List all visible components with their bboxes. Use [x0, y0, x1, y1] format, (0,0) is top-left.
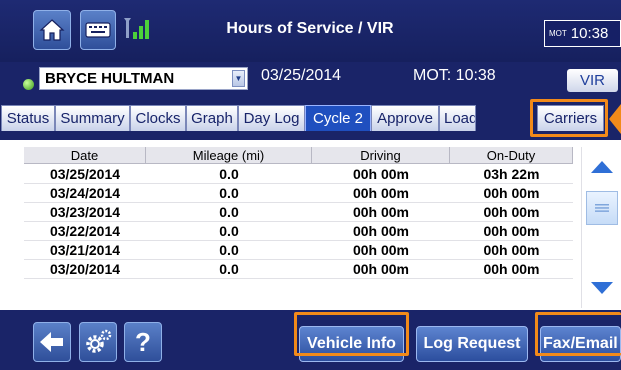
home-icon: [39, 19, 65, 41]
signal-icon: [124, 18, 149, 39]
cell-mileage: 0.0: [219, 242, 239, 258]
vir-button[interactable]: VIR: [567, 69, 618, 92]
chevron-up-icon: [591, 161, 613, 173]
carriers-highlight: [530, 99, 608, 137]
tab-load[interactable]: Load: [439, 105, 476, 131]
driver-select[interactable]: BRYCE HULTMAN ▼: [39, 67, 248, 90]
table-scrollbar[interactable]: [581, 147, 621, 308]
cell-driving: 00h 00m: [352, 204, 410, 220]
help-button[interactable]: ?: [124, 322, 162, 362]
cell-on-duty: 00h 00m: [483, 261, 540, 277]
back-arrow-icon: [40, 332, 63, 352]
page-title: Hours of Service / VIR: [226, 20, 394, 37]
current-date: 03/25/2014: [261, 67, 342, 84]
cell-date: 03/20/2014: [49, 261, 121, 277]
column-header-on-duty[interactable]: On-Duty: [450, 147, 573, 164]
table-row[interactable]: 03/22/2014 0.0 00h 00m 00h 00m: [24, 222, 573, 241]
grip-icon: [595, 204, 609, 212]
hos-screen: Hours of Service / VIR MOT 10:38 BRYCE H…: [0, 0, 621, 370]
column-header-date[interactable]: Date: [24, 147, 146, 164]
table-row[interactable]: 03/20/2014 0.0 00h 00m 00h 00m: [24, 260, 573, 279]
clock-time: 10:38: [570, 25, 609, 42]
cell-on-duty: 00h 00m: [483, 242, 540, 258]
cycle-table: Date Mileage (mi) Driving On-Duty 03/25/…: [24, 147, 573, 308]
cell-driving: 00h 00m: [352, 261, 410, 277]
table-row[interactable]: 03/23/2014 0.0 00h 00m 00h 00m: [24, 203, 573, 222]
cell-on-duty: 00h 00m: [483, 223, 540, 239]
settings-button[interactable]: [79, 322, 117, 362]
tab-bar: Status Summary Clocks Graph Day Log Cycl…: [0, 94, 621, 140]
tab-graph[interactable]: Graph: [186, 105, 238, 131]
back-button[interactable]: [33, 322, 71, 362]
mot-time: MOT: 10:38: [413, 67, 496, 84]
tab-day-log[interactable]: Day Log: [238, 105, 305, 131]
fax-email-highlight: [535, 312, 621, 356]
gear-icon: [86, 329, 112, 353]
tab-clocks[interactable]: Clocks: [130, 105, 186, 131]
cell-date: 03/23/2014: [49, 204, 121, 220]
column-header-mileage[interactable]: Mileage (mi): [146, 147, 312, 164]
help-icon: ?: [135, 326, 151, 357]
keyboard-button[interactable]: [80, 10, 116, 50]
cell-date: 03/24/2014: [49, 185, 121, 201]
tab-approve[interactable]: Approve: [371, 105, 439, 131]
cell-mileage: 0.0: [219, 185, 239, 201]
cell-mileage: 0.0: [219, 261, 239, 277]
scroll-thumb[interactable]: [586, 191, 618, 225]
clock-prefix: MOT: [549, 29, 567, 38]
tab-cycle-2[interactable]: Cycle 2: [305, 105, 371, 131]
scroll-down-button[interactable]: [582, 268, 621, 308]
cell-on-duty: 00h 00m: [483, 204, 540, 220]
status-led-icon: [23, 79, 34, 90]
driver-name: BRYCE HULTMAN: [45, 70, 175, 87]
title-bar: Hours of Service / VIR MOT 10:38: [0, 0, 621, 62]
table-row[interactable]: 03/21/2014 0.0 00h 00m 00h 00m: [24, 241, 573, 260]
clock-display: MOT 10:38: [544, 20, 621, 47]
table-row[interactable]: 03/25/2014 0.0 00h 00m 03h 22m: [24, 165, 573, 184]
cell-on-duty: 00h 00m: [483, 185, 540, 201]
cell-mileage: 0.0: [219, 223, 239, 239]
cell-on-duty: 03h 22m: [483, 166, 540, 182]
log-request-button[interactable]: Log Request: [416, 326, 528, 362]
scroll-up-button[interactable]: [582, 147, 621, 187]
cell-mileage: 0.0: [219, 204, 239, 220]
driver-bar: BRYCE HULTMAN ▼ 03/25/2014 MOT: 10:38 VI…: [0, 62, 621, 94]
cell-mileage: 0.0: [219, 166, 239, 182]
home-button[interactable]: [33, 10, 71, 50]
keyboard-icon: [85, 22, 111, 38]
tab-summary[interactable]: Summary: [55, 105, 130, 131]
column-header-driving[interactable]: Driving: [312, 147, 450, 164]
cell-date: 03/22/2014: [49, 223, 121, 239]
cell-date: 03/25/2014: [49, 166, 121, 182]
cell-driving: 00h 00m: [352, 242, 410, 258]
table-header: Date Mileage (mi) Driving On-Duty: [24, 147, 573, 164]
chevron-down-icon[interactable]: ▼: [232, 70, 245, 87]
cell-driving: 00h 00m: [352, 185, 410, 201]
table-row[interactable]: 03/24/2014 0.0 00h 00m 00h 00m: [24, 184, 573, 203]
vehicle-info-highlight: [294, 312, 409, 356]
cell-date: 03/21/2014: [49, 242, 121, 258]
tab-status[interactable]: Status: [1, 105, 55, 131]
chevron-down-icon: [591, 282, 613, 294]
cell-driving: 00h 00m: [352, 223, 410, 239]
cell-driving: 00h 00m: [352, 166, 410, 182]
pointer-arrow-icon: [609, 104, 621, 134]
